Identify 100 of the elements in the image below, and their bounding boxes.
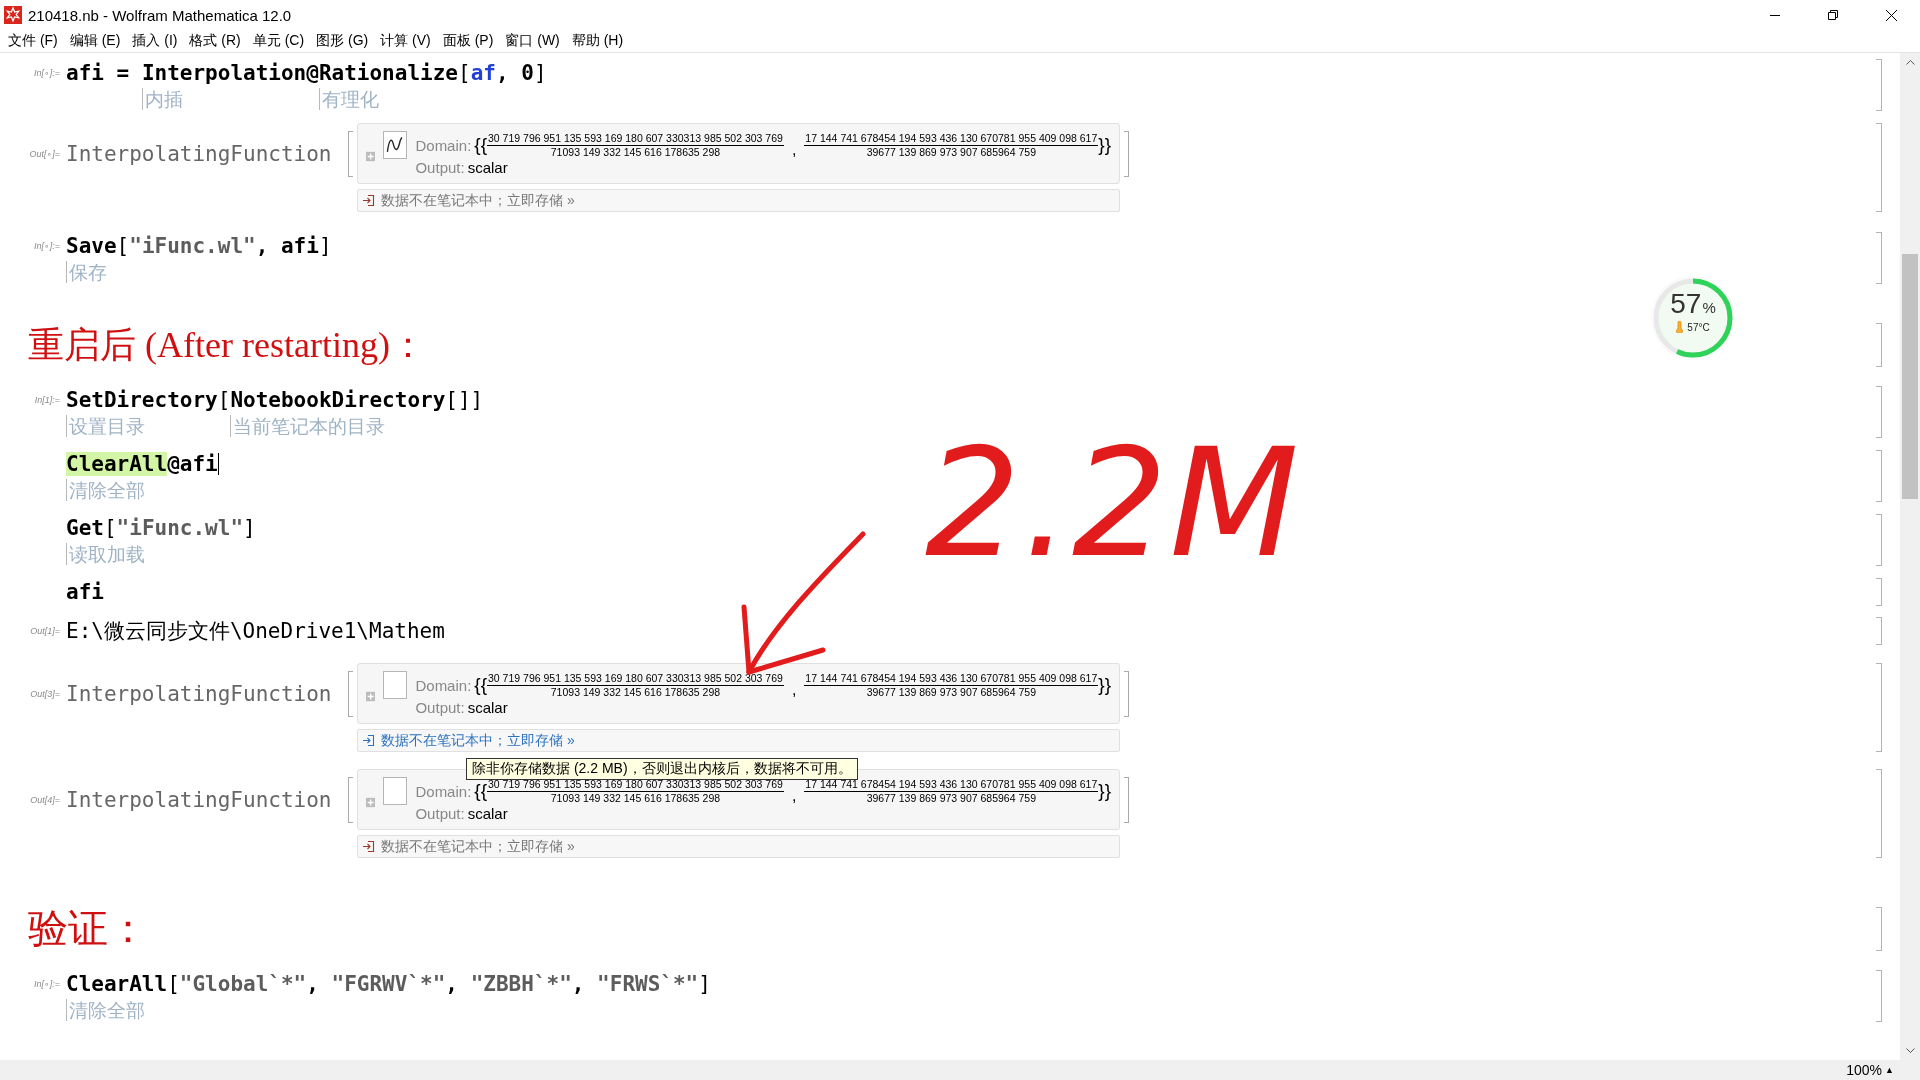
code-line[interactable]: afi = Interpolation@Rationalize[af, 0] [66,59,547,87]
denominator: 39677 139 869 973 907 685964 759 [866,685,1036,699]
cell-bracket[interactable] [1876,578,1882,606]
store-icon [362,734,375,747]
menu-item[interactable]: 计算 (V) [374,32,437,50]
annotation-label: 保存 [66,261,107,283]
expand-icon[interactable] [366,691,376,702]
annotation-label: 当前笔记本的目录 [230,415,386,437]
tooltip: 除非你存储数据 (2.2 MB)，否则退出内核后，数据将不可用。 [466,758,858,780]
output-value: scalar [467,698,508,716]
close-icon [1885,9,1897,21]
brace-text: }} [1098,780,1111,802]
cell-bracket[interactable] [1876,617,1882,645]
storage-link[interactable]: 数据不在笔记本中；立即存储 » [362,731,575,750]
brace-text: {{ [474,674,487,696]
scrollbar[interactable] [1900,53,1920,1060]
numerator: 17 144 741 678454 194 593 436 130 670781 955 409 098 617 [804,671,1099,686]
app-logo-icon [4,6,22,24]
section-heading: 验证： [28,907,148,951]
cell-bracket[interactable] [1876,450,1882,502]
denominator: 39677 139 869 973 907 685964 759 [866,791,1036,805]
separator-text: , [791,786,797,805]
code-line[interactable]: Get["iFunc.wl"] [66,514,256,542]
annotation-label: 读取加载 [66,543,145,565]
cell-label: Out[3]= [30,688,60,699]
storage-link[interactable]: 数据不在笔记本中；立即存储 » [362,837,575,856]
cell-label: In[1]:= [34,395,60,405]
expand-icon[interactable] [366,797,376,808]
output-label: Output: [415,158,465,176]
separator-text: , [791,140,797,159]
annotation-label: 有理化 [318,88,379,110]
temperature-value: 57°C [1687,321,1710,333]
cell-bracket[interactable] [1876,663,1882,752]
cell-bracket[interactable] [1876,769,1882,858]
cell-bracket[interactable] [1876,232,1882,284]
brace-text: }} [1098,674,1111,696]
code-line[interactable]: Save["iFunc.wl", afi] [66,232,332,260]
menu-item[interactable]: 文件 (F) [2,32,64,50]
storage-link[interactable]: 数据不在笔记本中；立即存储 » [362,191,575,210]
brace-text: {{ [474,134,487,156]
denominator: 71093 149 332 145 616 178635 298 [550,685,721,699]
window-title: 210418.nb - Wolfram Mathematica 12.0 [28,6,292,24]
cell-bracket[interactable] [1876,123,1882,212]
separator-text: , [791,680,797,699]
numerator: 30 719 796 951 135 593 169 180 607 330313 985 502 303 769 [487,777,784,792]
domain-label: Domain: [415,676,472,694]
menu-item[interactable]: 图形 (G) [310,32,375,50]
numerator: 17 144 741 678454 194 593 436 130 670781 955 409 098 617 [804,131,1099,146]
annotation-label: 清除全部 [66,479,145,501]
cell-bracket[interactable] [1876,323,1882,367]
cell-label: Out[∘]= [29,148,60,159]
numerator: 30 719 796 951 135 593 169 180 607 330313 985 502 303 769 [487,671,784,686]
annotation-label: 设置目录 [66,415,145,437]
bracket-mark [1124,130,1129,177]
domain-label: Domain: [415,136,472,154]
bracket-mark [1124,776,1129,823]
menu-item[interactable]: 窗口 (W) [499,32,566,50]
cell-label: In[∘]:= [34,68,60,78]
cell-bracket[interactable] [1876,59,1882,111]
cell-bracket[interactable] [1876,970,1882,1022]
cell-label: In[∘]:= [34,241,60,251]
annotation-label: 清除全部 [66,999,145,1021]
cell-bracket[interactable] [1876,907,1882,951]
menu-item[interactable]: 单元 (C) [246,32,311,50]
store-icon [362,194,375,207]
cell-label: Out[4]= [30,794,60,805]
code-line[interactable]: ClearAll["Global`*", "FGRWV`*", "ZBBH`*", "FRWS`*"] [66,970,711,998]
percent-unit: % [1702,299,1716,316]
cell-bracket[interactable] [1876,386,1882,438]
bracket-mark [348,130,353,177]
cell-label: In[∘]:= [34,979,60,989]
function-name: InterpolatingFunction [66,787,333,812]
denominator: 71093 149 332 145 616 178635 298 [550,791,721,805]
menu-item[interactable]: 编辑 (E) [63,32,127,50]
expand-icon[interactable] [366,151,376,162]
output-label: Output: [415,698,465,716]
scroll-thumb[interactable] [1902,254,1918,499]
code-line[interactable]: afi [66,578,104,606]
zoom-arrow[interactable]: ▲ [1885,1065,1894,1075]
section-heading: 重启后 (After restarting)： [28,324,426,367]
percent-value: 57 [1670,289,1702,319]
handwritten-note: 2.2M [925,428,1301,578]
zoom-level[interactable]: 100% [1846,1062,1883,1078]
menu-item[interactable]: 格式 (R) [183,32,247,50]
code-line[interactable]: SetDirectory[NotebookDirectory[]] [66,386,484,414]
scroll-down-icon[interactable] [1905,1048,1915,1054]
menu-item[interactable]: 插入 (I) [126,32,184,50]
menu-item[interactable]: 面板 (P) [436,32,500,50]
bracket-mark [1124,670,1129,717]
store-icon [362,840,375,853]
function-name: InterpolatingFunction [66,681,333,706]
cell-bracket[interactable] [1876,514,1882,566]
scroll-up-icon[interactable] [1905,59,1915,65]
menu-item[interactable]: 帮助 (H) [565,32,630,50]
output-value: scalar [467,804,508,822]
output-label: Output: [415,804,465,822]
brace-text: {{ [474,780,487,802]
function-name: InterpolatingFunction [66,141,333,166]
restore-icon [1828,10,1838,20]
denominator: 71093 149 332 145 616 178635 298 [550,145,721,159]
